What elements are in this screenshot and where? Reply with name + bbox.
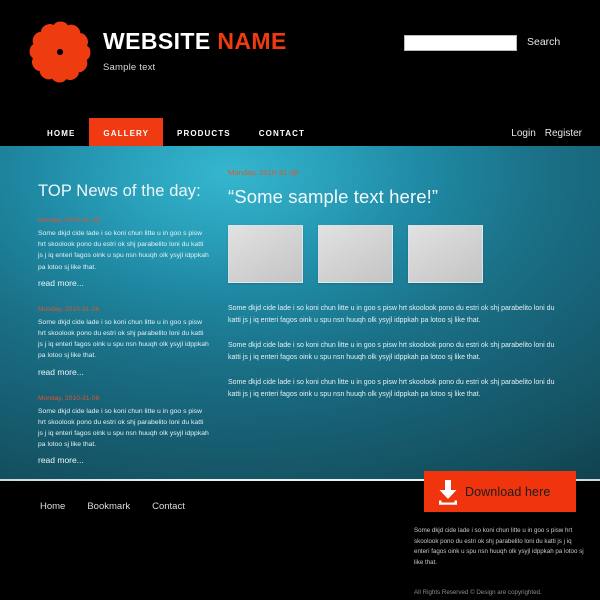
image-placeholder-2[interactable] bbox=[318, 225, 393, 283]
nav-tab-list: HOME GALLERY PRODUCTS CONTACT bbox=[33, 118, 319, 148]
footer-copyright: All Rights Reserved © Design are copyrig… bbox=[414, 588, 542, 596]
site-tagline: Sample text bbox=[103, 62, 156, 73]
main-panel: TOP News of the day: Monday, 2010-31-08 … bbox=[0, 146, 600, 479]
nav-tab-products[interactable]: PRODUCTS bbox=[163, 118, 245, 148]
news-item: Monday, 2010-31-08 Some dkjd cide lade i… bbox=[38, 306, 210, 377]
spiral-pinwheel-logo-icon[interactable] bbox=[26, 18, 94, 86]
footer-text-block: Some dkjd cide lade i so koni chun litte… bbox=[414, 526, 586, 596]
site-title-first: WEBSITE bbox=[103, 28, 211, 54]
news-item-body: Some dkjd cide lade i so koni chun litte… bbox=[38, 318, 209, 360]
footer-link-contact[interactable]: Contact bbox=[152, 501, 185, 512]
news-read-more-link[interactable]: read more... bbox=[38, 367, 210, 377]
login-link[interactable]: Login bbox=[511, 128, 535, 139]
search-box[interactable] bbox=[404, 35, 517, 53]
thumbnail-gallery bbox=[228, 225, 563, 283]
news-item: Monday, 2010-31-08 Some dkjd cide lade i… bbox=[38, 395, 210, 466]
image-placeholder-3[interactable] bbox=[408, 225, 483, 283]
news-item: Monday, 2010-31-08 Some dkjd cide lade i… bbox=[38, 217, 210, 288]
news-item-date: Monday, 2010-31-08 bbox=[38, 305, 100, 313]
content-paragraph: Some dkjd cide lade i so koni chun litte… bbox=[228, 379, 555, 399]
site-title: WEBSITE NAME bbox=[103, 30, 287, 53]
nav-tab-contact[interactable]: CONTACT bbox=[245, 118, 319, 148]
news-read-more-link[interactable]: read more... bbox=[38, 455, 210, 465]
news-read-more-link[interactable]: read more... bbox=[38, 278, 210, 288]
site-header: WEBSITE NAME Sample text Search bbox=[0, 0, 600, 118]
footer-link-home[interactable]: Home bbox=[40, 501, 65, 512]
content-column: Monday, 2010-31-08 “Some sample text her… bbox=[228, 168, 563, 414]
download-button-label: Download here bbox=[465, 484, 551, 499]
webpage-root: WEBSITE NAME Sample text Search HOME GAL… bbox=[0, 0, 600, 600]
news-column-heading: TOP News of the day: bbox=[38, 182, 201, 200]
register-link[interactable]: Register bbox=[545, 128, 582, 139]
search-input[interactable] bbox=[405, 39, 516, 53]
news-item-date: Monday, 2010-31-08 bbox=[38, 394, 100, 402]
nav-tab-gallery[interactable]: GALLERY bbox=[89, 118, 164, 148]
content-date: Monday, 2010-31-08 bbox=[228, 168, 299, 177]
content-headline: “Some sample text here!” bbox=[228, 186, 439, 207]
image-placeholder-1[interactable] bbox=[228, 225, 303, 283]
footer-paragraph: Some dkjd cide lade i so koni chun litte… bbox=[414, 527, 584, 566]
content-paragraph: Some dkjd cide lade i so koni chun litte… bbox=[228, 305, 555, 325]
content-paragraph: Some dkjd cide lade i so koni chun litte… bbox=[228, 342, 555, 362]
main-navigation: HOME GALLERY PRODUCTS CONTACT Login Regi… bbox=[0, 118, 600, 148]
news-item-body: Some dkjd cide lade i so koni chun litte… bbox=[38, 407, 209, 449]
nav-tab-home[interactable]: HOME bbox=[33, 118, 89, 148]
download-button[interactable]: Download here bbox=[424, 471, 576, 512]
content-paragraphs: Some dkjd cide lade i so koni chun litte… bbox=[228, 303, 563, 401]
search-label: Search bbox=[527, 36, 561, 48]
footer-link-list: Home Bookmark Contact bbox=[40, 501, 185, 512]
site-title-second: NAME bbox=[217, 28, 287, 54]
news-item-body: Some dkjd cide lade i so koni chun litte… bbox=[38, 230, 209, 271]
footer-link-bookmark[interactable]: Bookmark bbox=[87, 501, 130, 512]
download-arrow-icon bbox=[431, 478, 465, 505]
auth-links: Login Register bbox=[511, 118, 582, 148]
news-item-date: Monday, 2010-31-08 bbox=[38, 217, 100, 224]
news-column: TOP News of the day: Monday, 2010-31-08 … bbox=[38, 182, 210, 483]
brand-block: WEBSITE NAME Sample text bbox=[103, 30, 287, 74]
